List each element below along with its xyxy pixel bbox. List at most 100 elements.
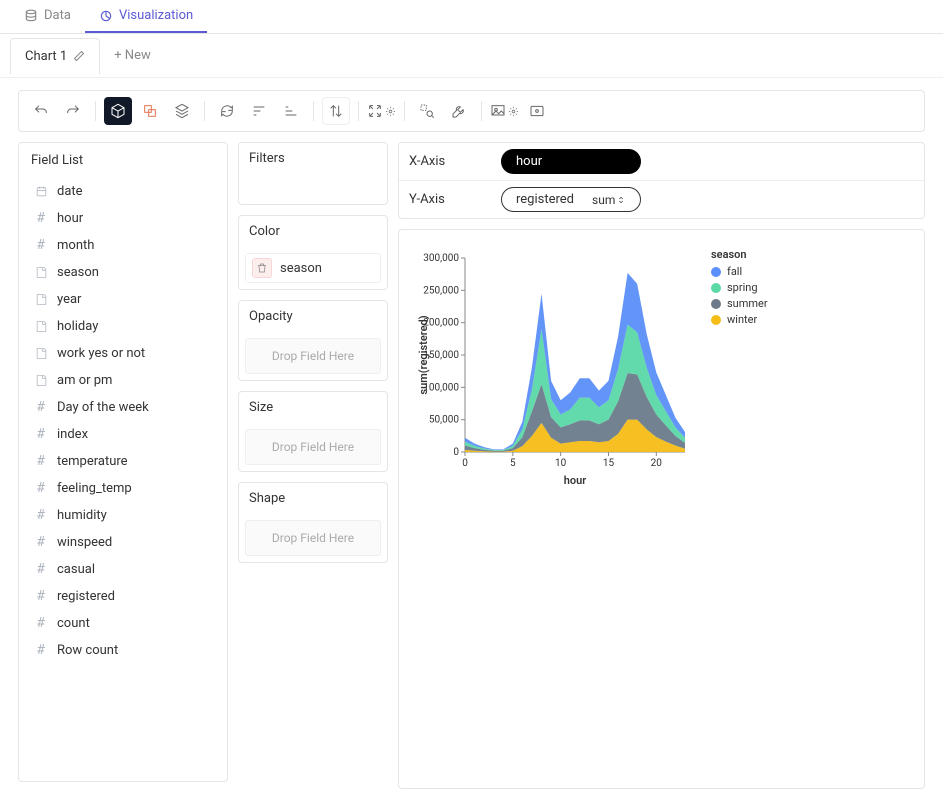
text-icon	[33, 347, 49, 360]
field-item-label: casual	[57, 562, 95, 577]
field-item-feeling_temp[interactable]: #feeling_temp	[27, 475, 219, 502]
zoom-button[interactable]	[413, 97, 441, 125]
field-item-label: Day of the week	[57, 400, 149, 415]
size-panel[interactable]: Size Drop Field Here	[238, 391, 388, 472]
color-chip-label: season	[280, 261, 322, 276]
x-axis-field: hour	[516, 154, 542, 169]
x-axis-pill[interactable]: hour	[501, 149, 641, 174]
field-item-work-yes-or-not[interactable]: work yes or not	[27, 340, 219, 367]
field-item-label: date	[57, 184, 83, 199]
shape-dropzone[interactable]: Drop Field Here	[245, 520, 381, 556]
new-chart-label: + New	[114, 48, 151, 63]
field-item-year[interactable]: year	[27, 286, 219, 313]
field-item-label: count	[57, 616, 90, 631]
field-item-Day-of-the-week[interactable]: # Day of the week	[27, 394, 219, 421]
cube-button[interactable]	[104, 97, 132, 125]
date-icon	[33, 185, 49, 198]
field-item-casual[interactable]: # casual	[27, 556, 219, 583]
legend-item-spring[interactable]: spring	[711, 281, 768, 294]
wrench-button[interactable]	[445, 97, 473, 125]
svg-text:5: 5	[510, 458, 516, 469]
tab-visualization[interactable]: Visualization	[85, 0, 207, 33]
image-settings-button[interactable]	[490, 97, 519, 125]
field-list-panel: Field List date#hour#monthseasonyearholi…	[18, 142, 228, 782]
number-icon: #	[33, 562, 49, 577]
chart-tabs: Chart 1 + New	[0, 34, 943, 78]
transpose-button[interactable]	[322, 97, 350, 125]
redo-button[interactable]	[59, 97, 87, 125]
field-item-label: work yes or not	[57, 346, 145, 361]
top-tabs: Data Visualization	[0, 0, 943, 34]
field-item-label: year	[57, 292, 81, 307]
svg-text:0: 0	[453, 447, 459, 458]
x-axis-label: X-Axis	[409, 154, 489, 169]
legend-item-label: winter	[727, 313, 757, 326]
field-item-label: registered	[57, 589, 115, 604]
number-icon: #	[33, 616, 49, 631]
number-icon: #	[33, 400, 49, 415]
legend-item-label: spring	[727, 281, 758, 294]
sort-desc-button[interactable]	[277, 97, 305, 125]
field-item-label: season	[57, 265, 99, 280]
number-icon: #	[33, 643, 49, 658]
field-item-count[interactable]: # count	[27, 610, 219, 637]
field-item-month[interactable]: #month	[27, 232, 219, 259]
legend-item-winter[interactable]: winter	[711, 313, 768, 326]
undo-button[interactable]	[27, 97, 55, 125]
chart-panel: 050,000100,000150,000200,000250,000300,0…	[398, 229, 925, 789]
axis-rows: X-Axis hour Y-Axis registered sum	[398, 142, 925, 219]
opacity-panel[interactable]: Opacity Drop Field Here	[238, 300, 388, 381]
text-icon	[33, 266, 49, 279]
shape-panel[interactable]: Shape Drop Field Here	[238, 482, 388, 563]
field-item-label: am or pm	[57, 373, 112, 388]
sort-asc-button[interactable]	[245, 97, 273, 125]
field-item-am-or-pm[interactable]: am or pm	[27, 367, 219, 394]
color-panel[interactable]: Color season	[238, 215, 388, 290]
chart-tab-1-label: Chart 1	[25, 49, 67, 64]
delete-color-chip[interactable]	[252, 258, 272, 278]
legend: season fall spring summer winter	[711, 248, 768, 488]
text-icon	[33, 293, 49, 306]
number-icon: #	[33, 211, 49, 226]
svg-text:300,000: 300,000	[423, 253, 459, 264]
refresh-button[interactable]	[213, 97, 241, 125]
y-axis-pill[interactable]: registered sum	[501, 187, 641, 212]
y-axis-row: Y-Axis registered sum	[399, 180, 924, 218]
field-list-title: Field List	[19, 143, 227, 178]
field-item-label: month	[57, 238, 94, 253]
swatch-icon	[711, 315, 721, 325]
number-icon: #	[33, 454, 49, 469]
field-item-holiday[interactable]: holiday	[27, 313, 219, 340]
swatch-icon	[711, 267, 721, 277]
legend-item-summer[interactable]: summer	[711, 297, 768, 310]
number-icon: #	[33, 481, 49, 496]
select-button[interactable]	[136, 97, 164, 125]
text-icon	[33, 374, 49, 387]
field-item-winspeed[interactable]: #winspeed	[27, 529, 219, 556]
field-item-humidity[interactable]: #humidity	[27, 502, 219, 529]
layers-button[interactable]	[168, 97, 196, 125]
field-item-date[interactable]: date	[27, 178, 219, 205]
brackets-button[interactable]	[523, 97, 551, 125]
field-item-season[interactable]: season	[27, 259, 219, 286]
opacity-dropzone[interactable]: Drop Field Here	[245, 338, 381, 374]
tab-data[interactable]: Data	[10, 0, 85, 33]
filters-panel[interactable]: Filters	[238, 142, 388, 205]
field-item-label: humidity	[57, 508, 107, 523]
field-item-label: temperature	[57, 454, 128, 469]
toolbar	[18, 90, 925, 132]
size-dropzone[interactable]: Drop Field Here	[245, 429, 381, 465]
swatch-icon	[711, 283, 721, 293]
legend-title: season	[711, 248, 768, 261]
legend-item-fall[interactable]: fall	[711, 265, 768, 278]
color-chip[interactable]: season	[245, 253, 381, 283]
expand-settings-button[interactable]	[367, 97, 396, 125]
field-item-temperature[interactable]: # temperature	[27, 448, 219, 475]
field-item-index[interactable]: #index	[27, 421, 219, 448]
svg-text:50,000: 50,000	[429, 415, 459, 426]
new-chart-tab[interactable]: + New	[100, 38, 165, 73]
field-item-Row-count[interactable]: #Row count	[27, 637, 219, 664]
field-item-registered[interactable]: #registered	[27, 583, 219, 610]
field-item-hour[interactable]: #hour	[27, 205, 219, 232]
chart-tab-1[interactable]: Chart 1	[10, 38, 100, 74]
